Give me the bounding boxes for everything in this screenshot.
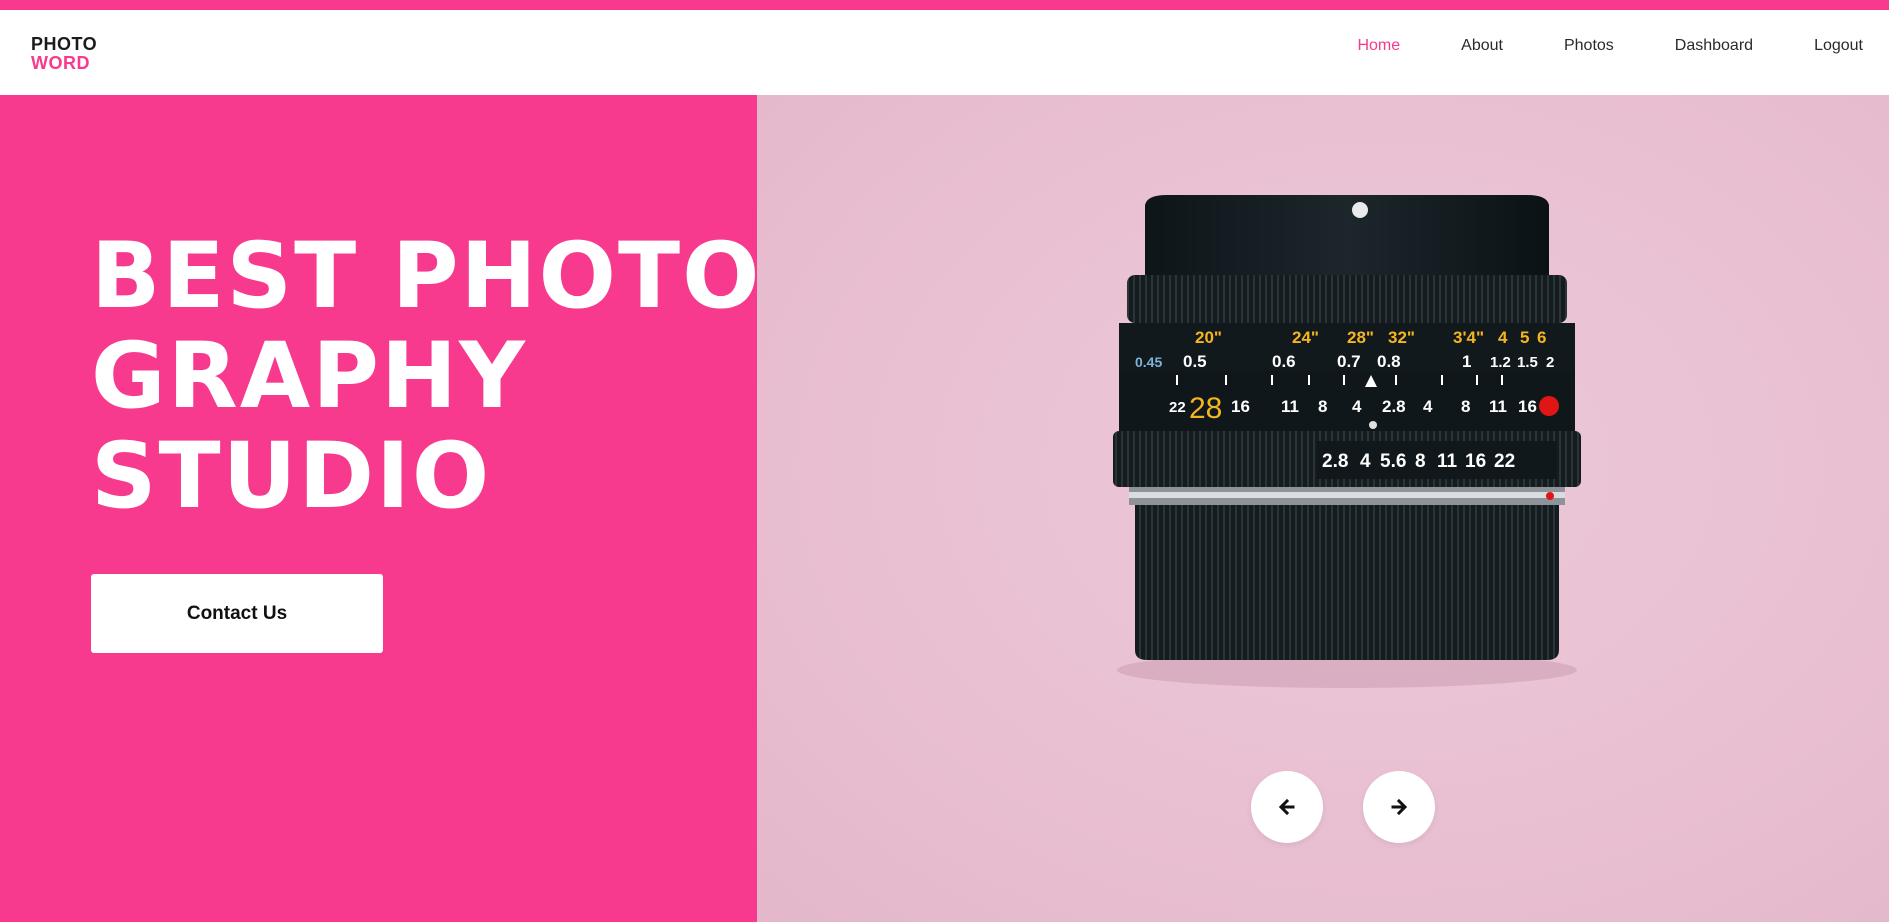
contact-us-button[interactable]: Contact Us — [91, 574, 383, 653]
feet-mark: 32" — [1388, 328, 1415, 347]
nav-dashboard[interactable]: Dashboard — [1675, 36, 1753, 56]
hero-left-panel: BEST PHOTO GRAPHY STUDIO Contact Us — [0, 95, 759, 922]
feet-mark: 28" — [1347, 328, 1374, 347]
feet-mark: 20" — [1195, 328, 1222, 347]
hero-headline-line3: STUDIO — [91, 424, 492, 529]
meter-mark: 1 — [1462, 352, 1471, 371]
dof-mark: 4 — [1423, 397, 1433, 416]
meter-mark: 0.45 — [1135, 354, 1162, 370]
feet-mark: 4 — [1498, 328, 1508, 347]
aperture-mark: 4 — [1360, 451, 1371, 472]
site-header: PHOTO WORD Home About Photos Dashboard L… — [0, 10, 1889, 95]
feet-mark: 6 — [1537, 328, 1546, 347]
meter-mark: 0.6 — [1272, 352, 1296, 371]
dof-mark: 16 — [1518, 397, 1537, 416]
red-dot-mark — [1539, 396, 1559, 416]
meter-scale: 0.45 0.5 0.6 0.7 0.8 1 1.2 1.5 2 — [1135, 352, 1554, 371]
hero-image-panel: 20" 24" 28" 32" 3'4" 4 5 6 0.45 0.5 0.6 … — [757, 95, 1889, 922]
brand-logo[interactable]: PHOTO WORD — [31, 35, 97, 73]
nav-about[interactable]: About — [1461, 36, 1503, 56]
dof-mark: 2.8 — [1382, 397, 1406, 416]
aperture-mark: 5.6 — [1380, 451, 1406, 472]
nav-home[interactable]: Home — [1357, 36, 1400, 56]
aperture-mark: 22 — [1494, 451, 1515, 472]
brand-logo-line1: PHOTO — [31, 34, 98, 54]
hero-headline: BEST PHOTO GRAPHY STUDIO — [91, 227, 761, 527]
feet-mark: 3'4" — [1453, 328, 1484, 347]
dof-mark: 4 — [1352, 397, 1362, 416]
brand-logo-line2: WORD — [31, 53, 90, 73]
slider-prev-button[interactable] — [1251, 771, 1323, 843]
arrow-left-icon — [1278, 798, 1295, 816]
dof-mark: 11 — [1281, 397, 1299, 416]
dof-focal-length: 28 — [1189, 392, 1222, 425]
meter-mark: 0.7 — [1337, 352, 1361, 371]
aperture-mark: 16 — [1465, 451, 1486, 472]
meter-mark: 2 — [1546, 354, 1554, 371]
dof-mark: 16 — [1231, 397, 1250, 416]
meter-mark: 0.5 — [1183, 352, 1207, 371]
meter-mark: 1.5 — [1517, 354, 1538, 371]
feet-mark: 24" — [1292, 328, 1319, 347]
nav-photos[interactable]: Photos — [1564, 36, 1614, 56]
aperture-mark: 2.8 — [1322, 451, 1348, 472]
main-nav: Home About Photos Dashboard Logout — [1296, 36, 1863, 56]
dof-mark: 22 — [1169, 399, 1186, 416]
aperture-mark: 11 — [1437, 451, 1458, 472]
top-accent-bar — [0, 0, 1889, 10]
mount-index-dot — [1352, 202, 1368, 218]
hero-headline-line1: BEST PHOTO — [91, 224, 762, 329]
meter-mark: 0.8 — [1377, 352, 1401, 371]
nav-logout[interactable]: Logout — [1814, 36, 1863, 56]
dof-mark: 8 — [1461, 397, 1470, 416]
aperture-mark: 8 — [1415, 451, 1426, 472]
hero-headline-line2: GRAPHY — [91, 324, 527, 429]
dof-mark: 8 — [1318, 397, 1327, 416]
slider-next-button[interactable] — [1363, 771, 1435, 843]
arrow-right-icon — [1391, 798, 1408, 816]
dof-mark: 11 — [1489, 397, 1507, 416]
camera-lens-image: 20" 24" 28" 32" 3'4" 4 5 6 0.45 0.5 0.6 … — [1113, 195, 1581, 688]
feet-mark: 5 — [1520, 328, 1529, 347]
meter-mark: 1.2 — [1490, 354, 1511, 371]
